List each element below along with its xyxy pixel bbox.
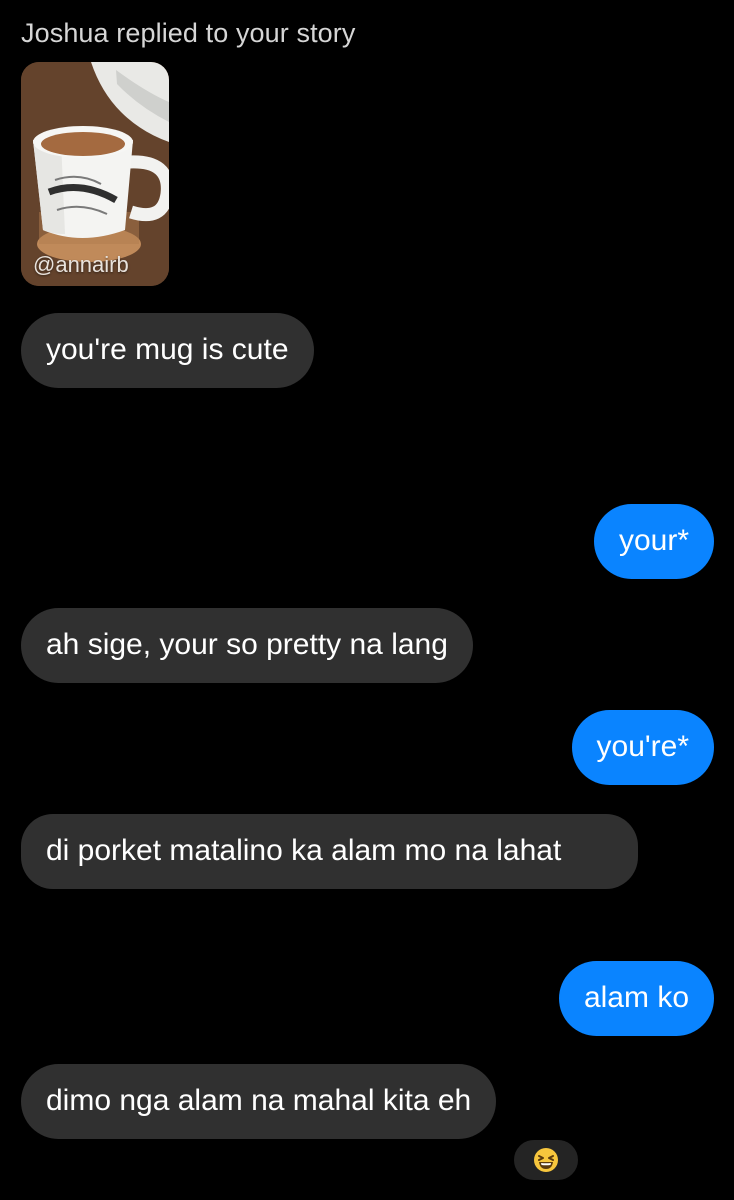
- story-reply-header: Joshua replied to your story: [21, 18, 356, 48]
- outgoing-message[interactable]: your*: [593, 504, 714, 579]
- laughing-squinting-face-emoji-icon: [534, 1148, 558, 1172]
- outgoing-message[interactable]: alam ko: [558, 961, 714, 1036]
- story-preview[interactable]: @annairb: [21, 62, 169, 286]
- incoming-message[interactable]: dimo nga alam na mahal kita eh: [21, 1064, 497, 1139]
- incoming-message[interactable]: you're mug is cute: [21, 313, 314, 388]
- message-reaction[interactable]: [512, 1138, 580, 1182]
- incoming-message[interactable]: di porket matalino ka alam mo na lahat: [21, 814, 638, 889]
- incoming-message[interactable]: ah sige, your so pretty na lang: [21, 608, 473, 683]
- outgoing-message[interactable]: you're*: [571, 710, 714, 785]
- story-handle: @annairb: [33, 252, 129, 277]
